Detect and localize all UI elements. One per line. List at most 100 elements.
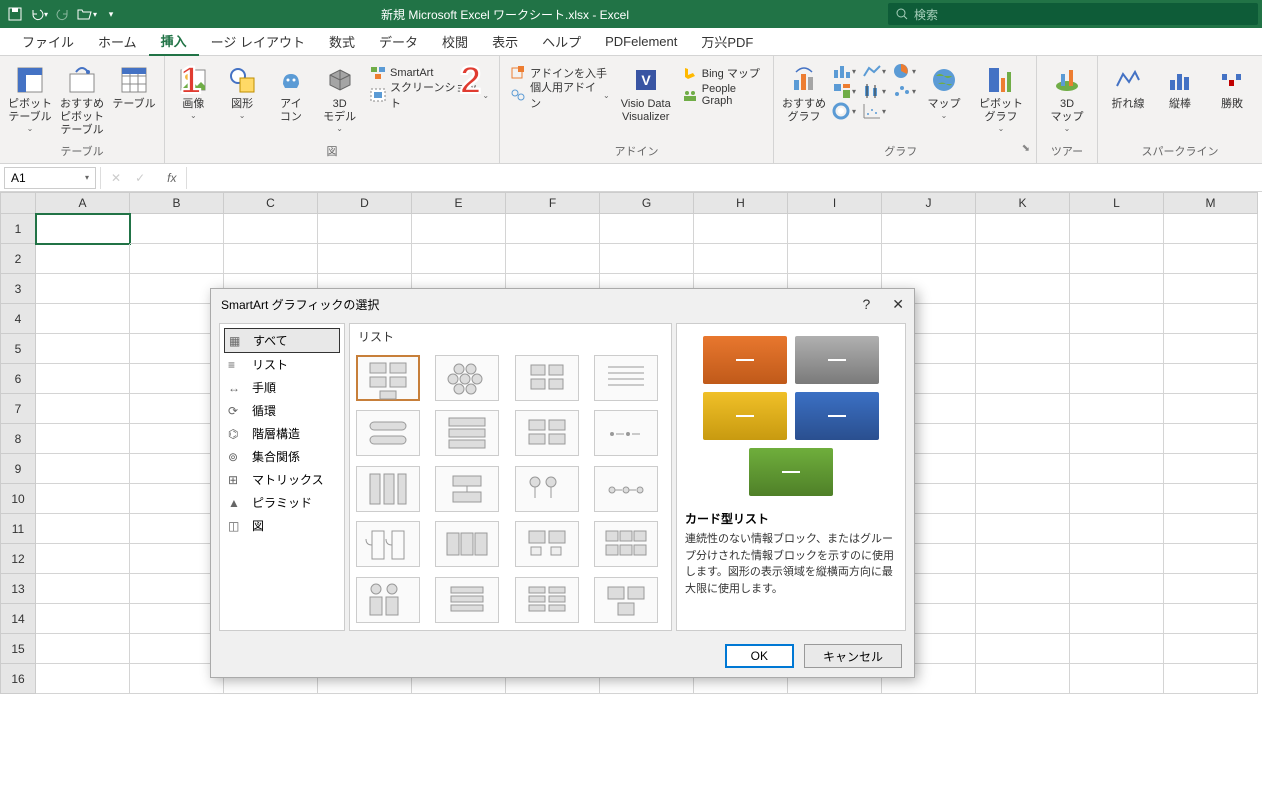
category-item[interactable]: ⊚集合関係 [224,445,340,468]
fx-icon[interactable]: fx [159,171,176,185]
cell[interactable] [976,544,1070,574]
cell[interactable] [36,244,130,274]
column-header[interactable]: E [412,192,506,214]
cell[interactable] [882,214,976,244]
cell[interactable] [1164,514,1258,544]
cell[interactable] [976,244,1070,274]
pivotchart-button[interactable]: ピボットグラフ⌄ [972,62,1030,136]
sparkline-line-button[interactable]: 折れ線 [1104,62,1152,113]
sparkline-winloss-button[interactable]: 勝敗 [1208,62,1256,113]
cell[interactable] [36,334,130,364]
tab-view[interactable]: 表示 [480,28,530,55]
row-header[interactable]: 12 [0,544,36,574]
row-header[interactable]: 16 [0,664,36,694]
category-item[interactable]: ⟳循環 [224,399,340,422]
people-button[interactable]: People Graph [678,84,767,106]
cell[interactable] [600,244,694,274]
select-all-corner[interactable] [0,192,36,214]
cell[interactable] [1164,214,1258,244]
category-item[interactable]: ⌬階層構造 [224,422,340,445]
icons-button[interactable]: アイ コン [269,62,314,126]
tab-formulas[interactable]: 数式 [317,28,367,55]
cell[interactable] [1164,604,1258,634]
cell[interactable] [1070,544,1164,574]
cell[interactable] [1164,334,1258,364]
cell[interactable] [976,604,1070,634]
cell[interactable] [36,454,130,484]
cell[interactable] [976,274,1070,304]
my-addin-button[interactable]: 個人用アドイン⌄ [506,84,614,106]
column-header[interactable]: M [1164,192,1258,214]
column-header[interactable]: K [976,192,1070,214]
cancel-icon[interactable]: ✕ [111,171,121,185]
cell[interactable] [412,244,506,274]
tab-home[interactable]: ホーム [86,28,149,55]
chart-surface-button[interactable]: ▾ [862,102,886,120]
cell[interactable] [1070,304,1164,334]
column-header[interactable]: I [788,192,882,214]
search-box[interactable]: 検索 [888,3,1258,25]
bing-button[interactable]: Bing マップ [678,62,767,84]
category-item[interactable]: ⊞マトリックス [224,468,340,491]
row-header[interactable]: 10 [0,484,36,514]
enter-icon[interactable]: ✓ [135,171,145,185]
column-header[interactable]: J [882,192,976,214]
cell[interactable] [976,424,1070,454]
chart-pie-button[interactable]: ▾ [892,62,916,80]
qat-customize-icon[interactable]: ▾ [100,3,122,25]
row-header[interactable]: 7 [0,394,36,424]
cell[interactable] [788,214,882,244]
cell[interactable] [1070,334,1164,364]
column-header[interactable]: L [1070,192,1164,214]
row-header[interactable]: 4 [0,304,36,334]
shapes-button[interactable]: 図形⌄ [220,62,265,123]
cell[interactable] [1070,424,1164,454]
tab-wanxing[interactable]: 万兴PDF [689,28,765,55]
redo-icon[interactable] [52,3,74,25]
row-header[interactable]: 13 [0,574,36,604]
cell[interactable] [976,334,1070,364]
cell[interactable] [1164,304,1258,334]
cell[interactable] [976,394,1070,424]
tab-review[interactable]: 校閲 [430,28,480,55]
cell[interactable] [36,364,130,394]
cell[interactable] [36,604,130,634]
cell[interactable] [1164,454,1258,484]
cell[interactable] [1070,244,1164,274]
cancel-button[interactable]: キャンセル [804,644,902,668]
cell[interactable] [1070,274,1164,304]
cell[interactable] [36,214,130,244]
sparkline-col-button[interactable]: 縦棒 [1156,62,1204,113]
tab-pagelayout[interactable]: ージ レイアウト [199,28,317,55]
cell[interactable] [976,214,1070,244]
cell[interactable] [36,514,130,544]
cell[interactable] [1070,514,1164,544]
cell[interactable] [36,544,130,574]
chart-scatter-button[interactable]: ▾ [892,82,916,100]
layout-thumb[interactable] [515,466,579,512]
cell[interactable] [1164,544,1258,574]
row-header[interactable]: 6 [0,364,36,394]
cell[interactable] [694,214,788,244]
cell[interactable] [318,244,412,274]
cell[interactable] [976,364,1070,394]
cell[interactable] [36,424,130,454]
cell[interactable] [36,304,130,334]
3dmodel-button[interactable]: 3D モデル⌄ [317,62,362,136]
cell[interactable] [130,244,224,274]
layout-thumb[interactable] [435,355,499,401]
column-header[interactable]: D [318,192,412,214]
row-header[interactable]: 2 [0,244,36,274]
row-header[interactable]: 3 [0,274,36,304]
layout-thumb[interactable] [435,521,499,567]
cell[interactable] [1164,424,1258,454]
column-header[interactable]: G [600,192,694,214]
cell[interactable] [36,664,130,694]
cell[interactable] [412,214,506,244]
chart-bar-button[interactable]: ▾ [832,62,856,80]
row-header[interactable]: 15 [0,634,36,664]
pivot-table-button[interactable]: ピボット テーブル⌄ [6,62,54,136]
row-header[interactable]: 14 [0,604,36,634]
cell[interactable] [1164,574,1258,604]
column-header[interactable]: H [694,192,788,214]
